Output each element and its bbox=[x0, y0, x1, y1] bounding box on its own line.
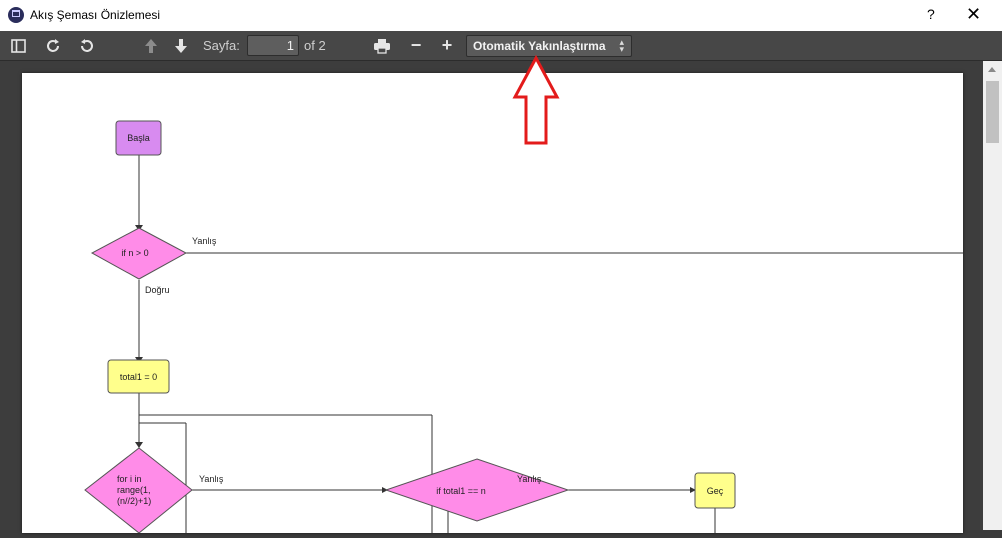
page-total: of 2 bbox=[304, 38, 326, 53]
rotate-icon[interactable] bbox=[76, 31, 98, 60]
loop-label-line: for i in bbox=[117, 474, 142, 484]
close-button[interactable]: ✕ bbox=[966, 4, 981, 25]
window-title: Akış Şeması Önizlemesi bbox=[30, 8, 161, 22]
decision-node-label: if total1 == n bbox=[436, 486, 486, 496]
true-branch-label: Doğru bbox=[145, 285, 170, 295]
refresh-icon[interactable] bbox=[42, 31, 64, 60]
zoom-select-value: Otomatik Yakınlaştırma bbox=[473, 39, 606, 53]
help-button[interactable]: ? bbox=[927, 6, 935, 22]
start-node-label: Başla bbox=[127, 133, 150, 143]
document-viewer[interactable]: Başla if n > 0 Yanlış Doğru total1 = 0 f… bbox=[0, 55, 1002, 534]
page-label: Sayfa: bbox=[203, 38, 240, 53]
decision-node-label: if n > 0 bbox=[121, 248, 148, 258]
app-icon bbox=[8, 7, 24, 23]
zoom-out-button[interactable]: − bbox=[405, 31, 427, 60]
select-arrows-icon: ▴ ▾ bbox=[619, 37, 624, 54]
flowchart-diagram: Başla if n > 0 Yanlış Doğru total1 = 0 f… bbox=[84, 120, 963, 534]
title-bar: Akış Şeması Önizlemesi ? ✕ bbox=[0, 0, 1002, 31]
pass-node-label: Geç bbox=[707, 486, 724, 496]
page-number-input[interactable] bbox=[247, 35, 299, 56]
previous-page-icon[interactable] bbox=[140, 31, 162, 60]
zoom-in-button[interactable]: + bbox=[436, 31, 458, 60]
flowchart-page: Başla if n > 0 Yanlış Doğru total1 = 0 f… bbox=[22, 73, 963, 534]
false-branch-label: Yanlış bbox=[192, 236, 217, 246]
loop-label-line: range(1, bbox=[117, 485, 151, 495]
false-branch-label: Yanlış bbox=[517, 474, 542, 484]
annotation-arrow-icon bbox=[512, 55, 560, 145]
print-icon[interactable] bbox=[371, 31, 393, 60]
toolbar: Sayfa: of 2 − + Otomatik Yakınlaştırma ▴… bbox=[0, 31, 1002, 61]
zoom-select[interactable]: Otomatik Yakınlaştırma ▴ ▾ bbox=[466, 35, 632, 57]
vertical-scrollbar[interactable] bbox=[983, 61, 1002, 530]
loop-label-line: (n//2)+1) bbox=[117, 496, 151, 506]
scroll-up-icon[interactable] bbox=[988, 67, 996, 72]
process-node-label: total1 = 0 bbox=[120, 372, 157, 382]
sidebar-toggle-icon[interactable] bbox=[7, 31, 29, 60]
false-branch-label: Yanlış bbox=[199, 474, 224, 484]
scrollbar-thumb[interactable] bbox=[986, 81, 999, 143]
next-page-icon[interactable] bbox=[170, 31, 192, 60]
